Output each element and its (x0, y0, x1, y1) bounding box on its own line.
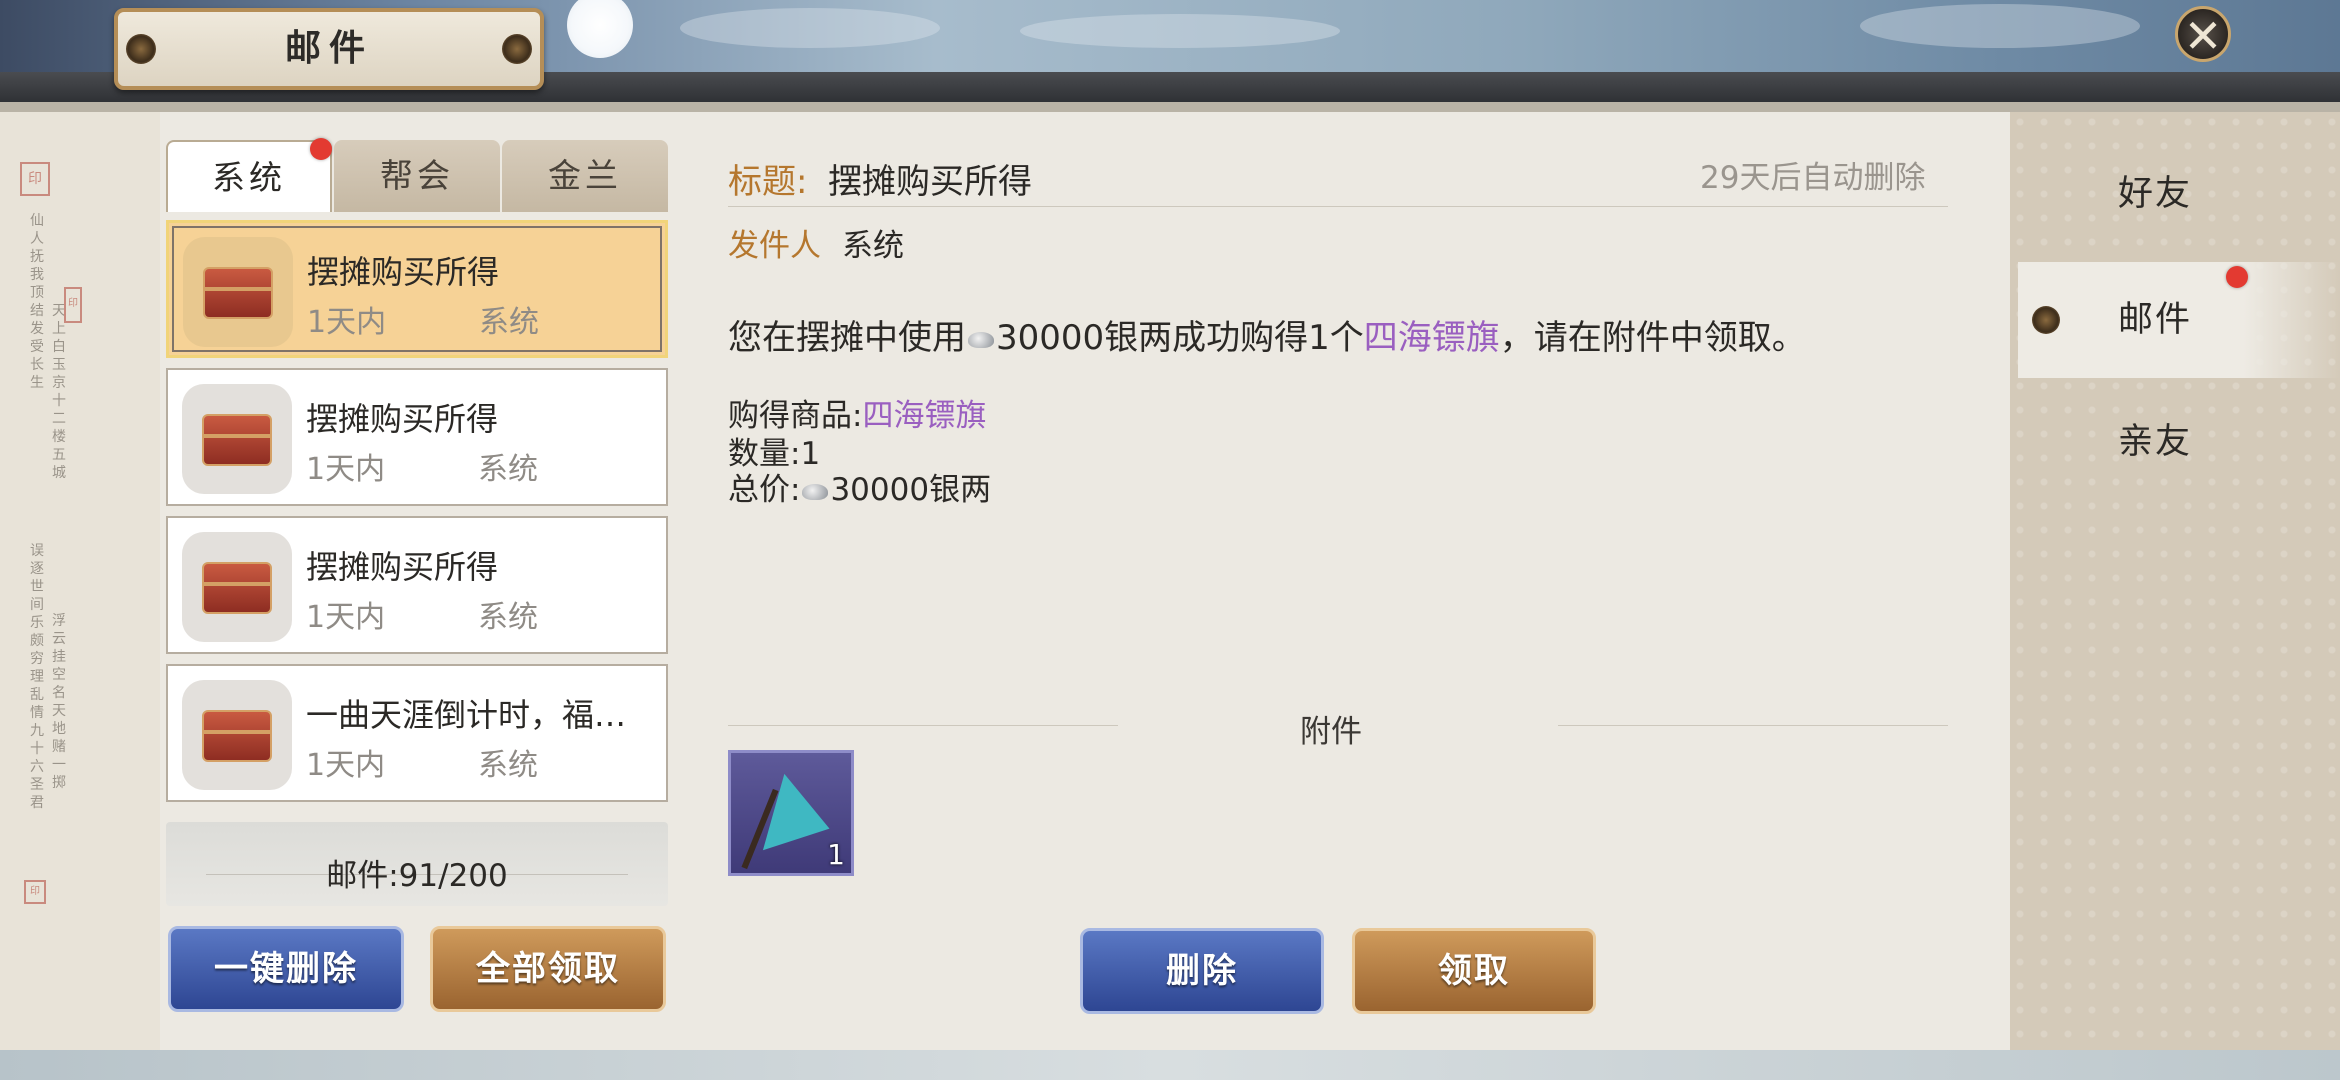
tab-label: 系统 (212, 158, 286, 197)
silver-ingot-icon (968, 331, 994, 348)
mail-sender: 系统 (478, 452, 538, 487)
claim-all-button[interactable]: 全部领取 (430, 926, 666, 1012)
cloud-decoration (1860, 4, 2140, 48)
expire-notice: 29天后自动删除 (1700, 160, 1926, 196)
mail-sender: 系统 (478, 600, 538, 635)
mail-item[interactable]: 摆摊购买所得 1天内 系统 (166, 516, 668, 654)
total-value: 30000银两 (830, 472, 992, 508)
seal-stamp: 印 (20, 162, 50, 196)
mail-subject: 一曲天涯倒计时，福… (306, 696, 627, 734)
notification-dot (310, 138, 332, 160)
moon-decoration (567, 0, 633, 58)
mail-title: 摆摊购买所得 (828, 162, 1032, 202)
divider (728, 725, 1118, 726)
nav-label: 邮件 (2118, 300, 2193, 340)
nav-label: 好友 (2118, 174, 2193, 214)
ornament-icon (2032, 306, 2060, 334)
divider (728, 206, 1948, 207)
nav-mail[interactable]: 邮件 (2018, 262, 2340, 378)
divider (1558, 725, 1948, 726)
mail-icon (182, 680, 292, 790)
total-label: 总价: (728, 472, 801, 508)
nav-friends[interactable]: 好友 (2018, 136, 2340, 252)
calligraphy-text: 十二楼五城 (52, 393, 66, 481)
attachment-title: 附件 (1300, 714, 1362, 750)
mail-sender: 系统 (479, 305, 539, 340)
body-amount: 30000银两成功购得1个 (996, 318, 1364, 358)
page-title: 邮件 (284, 28, 373, 69)
close-button[interactable]: ✕ (2175, 6, 2231, 63)
delete-button[interactable]: 删除 (1080, 928, 1324, 1014)
mail-time: 1天内 (306, 600, 386, 635)
mail-subject: 摆摊购买所得 (306, 400, 499, 438)
title-label: 标题: (728, 162, 808, 202)
mail-time: 1天内 (306, 748, 386, 783)
mail-subject: 摆摊购买所得 (306, 548, 499, 586)
calligraphy-text: 浮云挂空名天地赌一掷 (52, 613, 66, 791)
cloud-decoration (1020, 14, 1340, 48)
ornament-icon (502, 34, 532, 64)
body-suffix: ，请在附件中领取。 (1499, 318, 1806, 358)
claim-button[interactable]: 领取 (1352, 928, 1596, 1014)
mail-item[interactable]: 摆摊购买所得 1天内 系统 (166, 220, 668, 358)
calligraphy-text: 仙人抚我顶结发受长生 (30, 213, 44, 391)
item-quantity: 1 (827, 838, 845, 871)
mail-time: 1天内 (306, 452, 386, 487)
body-prefix: 您在摆摊中使用 (728, 318, 966, 358)
header-trim (0, 102, 2340, 112)
mail-item[interactable]: 摆摊购买所得 1天内 系统 (166, 368, 668, 506)
nav-relatives[interactable]: 亲友 (2018, 384, 2340, 500)
treasure-chest-icon (202, 710, 272, 762)
mail-sender: 系统 (478, 748, 538, 783)
goods-item-link[interactable]: 四海镖旗 (862, 398, 986, 434)
mail-item[interactable]: 一曲天涯倒计时，福… 1天内 系统 (166, 664, 668, 802)
mail-sender-detail: 系统 (842, 228, 904, 264)
delete-all-button[interactable]: 一键删除 (168, 926, 404, 1012)
mail-subject: 摆摊购买所得 (307, 253, 500, 291)
mail-time: 1天内 (307, 305, 387, 340)
mail-icon (183, 237, 293, 347)
tab-guild[interactable]: 帮会 (334, 140, 500, 212)
bottom-strip (0, 1050, 2340, 1080)
tab-sworn[interactable]: 金兰 (502, 140, 668, 212)
item-name-link[interactable]: 四海镖旗 (1364, 318, 1500, 358)
treasure-chest-icon (203, 267, 273, 319)
sender-label: 发件人 (728, 228, 821, 264)
mail-icon (182, 384, 292, 494)
seal-stamp: 印 (24, 880, 46, 904)
total-line: 总价: 30000银两 (728, 464, 991, 509)
mail-icon (182, 532, 292, 642)
silver-ingot-icon (802, 483, 829, 500)
calligraphy-text: 误逐世间乐颇穷理乱情九十六圣君 (30, 543, 44, 811)
scroll-decoration: 印 仙人抚我顶结发受长生 天上白玉京 印 十二楼五城 误逐世间乐颇穷理乱情九十六… (0, 112, 160, 1050)
tab-system[interactable]: 系统 (166, 140, 332, 212)
tab-label: 金兰 (548, 156, 622, 195)
mail-body: 您在摆摊中使用 30000银两成功购得1个四海镖旗，请在附件中领取。 (728, 310, 1806, 359)
title-plaque: 邮件 (114, 8, 544, 90)
mail-count-bar: 邮件:91/200 (166, 822, 668, 906)
close-icon[interactable]: ✕ (2184, 9, 2223, 63)
mail-count: 邮件:91/200 (326, 858, 508, 894)
side-nav-panel (2010, 112, 2340, 1050)
tab-label: 帮会 (380, 156, 454, 195)
treasure-chest-icon (202, 414, 272, 466)
seal-stamp: 印 (64, 287, 82, 323)
cloud-decoration (680, 8, 940, 48)
treasure-chest-icon (202, 562, 272, 614)
notification-dot (2226, 266, 2248, 288)
nav-label: 亲友 (2118, 422, 2193, 462)
attachment-item-slot[interactable]: 1 (728, 750, 854, 876)
